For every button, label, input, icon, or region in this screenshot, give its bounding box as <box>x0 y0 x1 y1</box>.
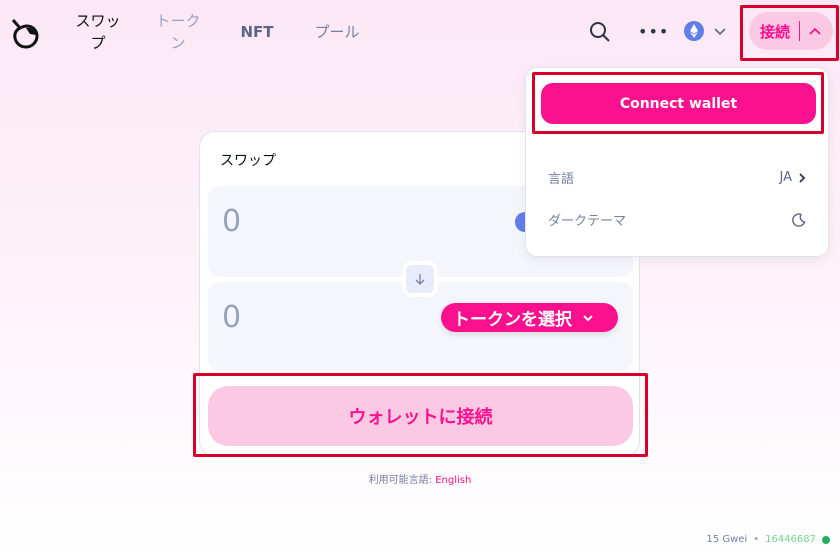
ethereum-icon[interactable] <box>684 21 704 41</box>
status-bar: 15 Gwei • 16446687 <box>706 534 830 545</box>
separator-dot: • <box>753 534 760 545</box>
uniswap-logo-icon[interactable] <box>10 18 40 50</box>
search-icon[interactable] <box>589 21 611 43</box>
block-number[interactable]: 16446687 <box>765 534 816 545</box>
swap-title: スワップ <box>220 153 276 169</box>
gas-price: 15 Gwei <box>706 534 748 545</box>
nav-tab-tokens[interactable]: トークン <box>152 10 204 54</box>
highlight-box <box>193 373 648 457</box>
input-amount[interactable]: 0 <box>222 204 241 239</box>
output-amount[interactable]: 0 <box>222 300 241 335</box>
highlight-box <box>532 72 824 134</box>
select-token-button[interactable]: トークンを選択 <box>441 303 618 332</box>
language-value: JA <box>779 170 793 185</box>
nav-tab-pool[interactable]: プール <box>310 21 364 43</box>
arrow-down-icon <box>415 274 425 285</box>
select-token-label: トークンを選択 <box>453 310 572 330</box>
status-dot-icon <box>822 535 830 544</box>
swap-direction-button[interactable] <box>402 261 438 297</box>
chevron-down-icon[interactable] <box>713 27 727 36</box>
language-row[interactable]: 言語 JA <box>548 168 806 187</box>
dark-theme-label: ダークテーマ <box>548 214 627 229</box>
available-languages: 利用可能言語: English <box>0 471 840 486</box>
language-link-english[interactable]: English <box>435 475 471 486</box>
chevron-right-icon <box>799 172 806 183</box>
available-languages-label: 利用可能言語: <box>368 475 433 486</box>
nav-tab-swap[interactable]: スワップ <box>72 10 124 54</box>
more-dots-icon[interactable]: ••• <box>638 22 669 41</box>
highlight-box <box>740 5 839 61</box>
language-label: 言語 <box>548 172 575 187</box>
dark-theme-row[interactable]: ダークテーマ <box>548 210 806 229</box>
nav-tab-nft[interactable]: NFT <box>236 21 278 43</box>
chevron-down-icon <box>583 314 593 321</box>
moon-icon[interactable] <box>792 212 806 227</box>
